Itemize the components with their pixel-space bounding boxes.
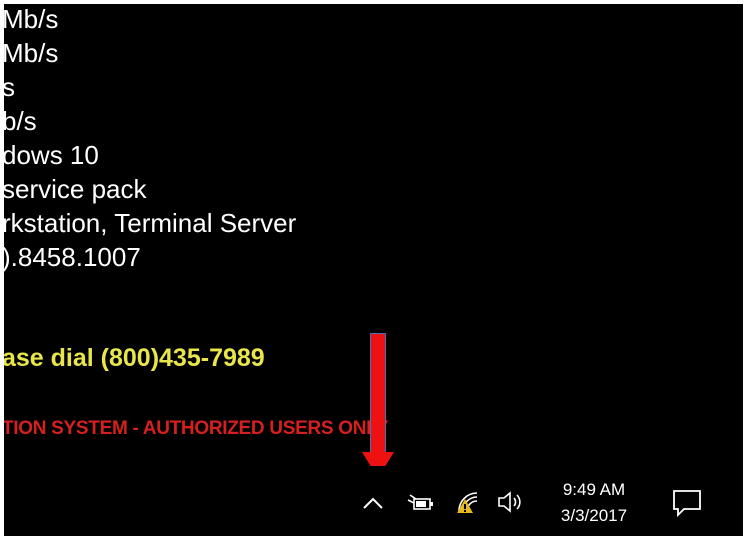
info-line: Mb/s (4, 4, 59, 34)
info-line: service pack (4, 174, 147, 204)
volume-icon (498, 491, 521, 513)
power-icon (407, 494, 433, 510)
clock-date: 3/3/2017 (560, 506, 628, 525)
info-line: dows 10 (4, 140, 99, 170)
info-line: Mb/s (4, 38, 59, 68)
network-status-button[interactable] (452, 488, 486, 516)
info-line: rkstation, Terminal Server (4, 208, 297, 238)
info-line: b/s (4, 106, 37, 136)
chevron-up-icon (363, 497, 383, 509)
info-line: s (4, 72, 15, 102)
action-center-icon (673, 490, 701, 518)
volume-button[interactable] (494, 488, 528, 516)
taskbar: 9:49 AM 3/3/2017 (4, 466, 743, 536)
clock-time: 9:49 AM (562, 480, 626, 499)
support-phone-line: ase dial (800)435-7989 (4, 344, 265, 372)
info-line: ).8458.1007 (4, 242, 141, 272)
desktop-screen: Mb/s Mb/s s b/s dows 10 service pack rks… (4, 4, 743, 536)
network-icon (457, 492, 478, 513)
annotation-arrow-shaft (371, 334, 385, 452)
power-status-button[interactable] (406, 490, 436, 516)
authorized-users-warning: TION SYSTEM - AUTHORIZED USERS ONLY (4, 418, 389, 439)
action-center-button[interactable] (668, 486, 706, 520)
show-hidden-icons-button[interactable] (360, 490, 386, 516)
clock-button[interactable]: 9:49 AM 3/3/2017 (544, 474, 644, 532)
